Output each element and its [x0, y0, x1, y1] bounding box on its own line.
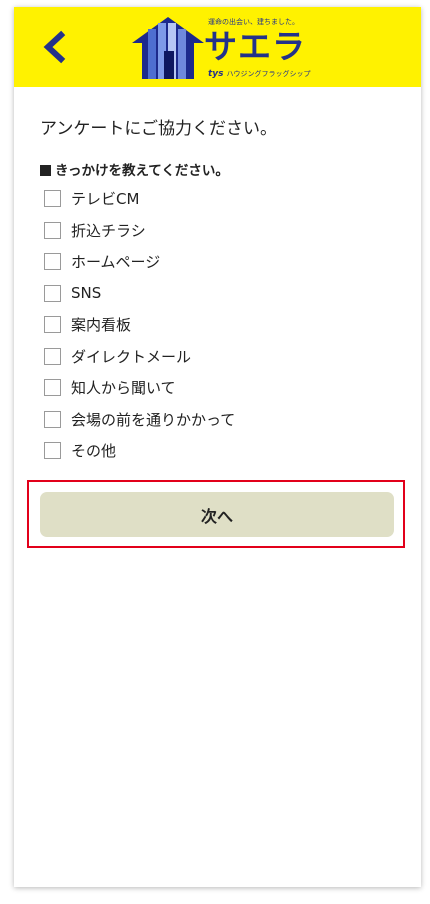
option-label: 会場の前を通りかかって [71, 410, 236, 429]
option-label: ダイレクトメール [71, 347, 192, 366]
option-other[interactable]: その他 [44, 435, 384, 467]
question-text: きっかけを教えてください。 [55, 163, 229, 179]
option-flyer[interactable]: 折込チラシ [44, 215, 384, 247]
logo-brand: tys ハウジングフラッグシップ [208, 69, 311, 79]
checkbox[interactable] [44, 379, 61, 397]
back-button[interactable] [36, 27, 76, 67]
option-sns[interactable]: SNS [44, 278, 384, 310]
option-word-of-mouth[interactable]: 知人から聞いて [44, 372, 384, 404]
checkbox[interactable] [44, 347, 61, 365]
option-homepage[interactable]: ホームページ [44, 246, 384, 278]
option-label: 折込チラシ [71, 221, 146, 240]
option-direct-mail[interactable]: ダイレクトメール [44, 341, 384, 373]
next-button[interactable]: 次へ [40, 492, 394, 537]
checkbox[interactable] [44, 442, 61, 460]
checkbox[interactable] [44, 316, 61, 334]
question-heading: きっかけを教えてください。 [40, 159, 229, 179]
option-label: テレビCM [71, 190, 140, 209]
options-list: テレビCM 折込チラシ ホームページ SNS 案内看板 ダイレクトメール 知人か… [44, 183, 384, 467]
site-logo[interactable]: 運命の出会い、建ちました。 サエラ tys ハウジングフラッグシップ [130, 13, 311, 81]
option-label: その他 [71, 442, 117, 461]
option-label: ホームページ [71, 253, 161, 272]
checkbox[interactable] [44, 221, 61, 239]
logo-tagline: 運命の出会い、建ちました。 [208, 18, 299, 26]
checkbox[interactable] [44, 253, 61, 271]
house-logo-icon [132, 17, 204, 79]
option-label: 知人から聞いて [71, 379, 176, 398]
header-bar: 運命の出会い、建ちました。 サエラ tys ハウジングフラッグシップ [14, 7, 421, 87]
option-signboard[interactable]: 案内看板 [44, 309, 384, 341]
checkbox[interactable] [44, 410, 61, 428]
phone-screen: 運命の出会い、建ちました。 サエラ tys ハウジングフラッグシップ アンケートに… [14, 7, 421, 887]
survey-title: アンケートにご協力ください。 [40, 119, 277, 139]
logo-name: サエラ [204, 27, 306, 66]
option-passing-by[interactable]: 会場の前を通りかかって [44, 404, 384, 436]
chevron-left-icon [43, 30, 66, 64]
option-label: 案内看板 [71, 316, 132, 335]
option-label: SNS [71, 284, 102, 303]
square-bullet-icon [40, 165, 51, 176]
checkbox[interactable] [44, 284, 61, 302]
brand-mark: tys [208, 69, 224, 79]
option-tv-cm[interactable]: テレビCM [44, 183, 384, 215]
brand-text: ハウジングフラッグシップ [226, 70, 311, 78]
checkbox[interactable] [44, 190, 61, 208]
